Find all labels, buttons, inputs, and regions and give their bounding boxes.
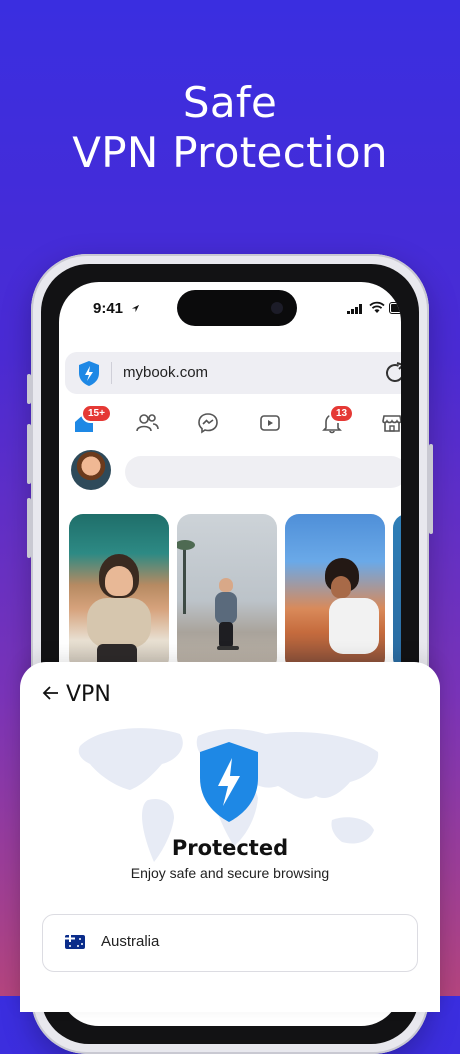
signal-icon (347, 304, 362, 314)
dynamic-island (177, 290, 297, 326)
location-arrow-icon (131, 304, 140, 313)
post-composer (71, 450, 401, 492)
reload-icon[interactable] (383, 361, 401, 385)
flag-au-icon (65, 935, 85, 949)
vpn-status: Protected (171, 836, 289, 860)
volume-down-button (27, 498, 31, 558)
store-icon (382, 415, 401, 432)
camera-icon (271, 302, 283, 314)
messenger-icon (198, 413, 218, 434)
video-icon (260, 415, 280, 431)
app-nav-bar: 15+ 13 (59, 404, 401, 444)
headline-line-1: Safe (182, 78, 278, 127)
friends-icon (136, 414, 159, 432)
story-card[interactable] (393, 514, 401, 672)
story-card[interactable] (69, 514, 169, 672)
nav-store[interactable] (381, 412, 401, 436)
stories-row (69, 514, 401, 674)
address-bar[interactable]: mybook.com (65, 352, 401, 394)
status-time: 9:41 (93, 300, 124, 317)
url-text[interactable]: mybook.com (123, 364, 208, 381)
vpn-title: VPN (66, 682, 111, 707)
nav-messenger[interactable] (197, 412, 221, 436)
story-card[interactable] (177, 514, 277, 672)
battery-icon (389, 302, 401, 314)
vpn-sheet: VPN Protected Enjoy safe and secure brow… (20, 662, 440, 1012)
notifications-badge: 13 (329, 404, 355, 423)
shield-icon (200, 742, 258, 822)
vpn-status-subtitle: Enjoy safe and secure browsing (130, 865, 330, 881)
nav-video[interactable] (259, 412, 283, 436)
address-divider (111, 362, 112, 384)
nav-home[interactable]: 15+ (73, 404, 112, 436)
headline-line-2: VPN Protection (72, 128, 388, 177)
story-card[interactable] (285, 514, 385, 672)
nav-friends[interactable] (135, 412, 159, 436)
wifi-icon (369, 301, 385, 313)
shield-icon[interactable] (77, 360, 101, 387)
location-country: Australia (101, 933, 160, 950)
headline: Safe VPN Protection (0, 78, 460, 178)
back-arrow-icon[interactable] (42, 684, 60, 702)
home-badge: 15+ (81, 404, 112, 423)
compose-input[interactable] (125, 456, 401, 488)
status-bar: 9:41 (59, 282, 401, 338)
mute-switch (27, 374, 31, 404)
power-button (429, 444, 433, 534)
nav-notifications[interactable]: 13 (321, 404, 355, 436)
location-selector[interactable]: Australia (42, 914, 418, 972)
volume-up-button (27, 424, 31, 484)
avatar[interactable] (71, 450, 111, 490)
